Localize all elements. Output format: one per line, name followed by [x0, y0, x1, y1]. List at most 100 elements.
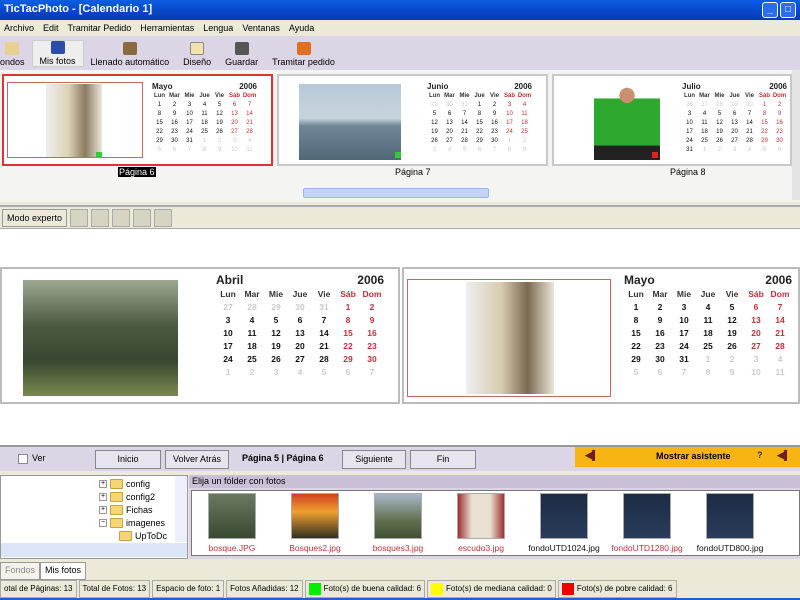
calendar-day: 4	[202, 101, 207, 108]
calendar-day: 6	[732, 110, 737, 117]
photo-item[interactable]: escudo3.jpg	[441, 493, 521, 553]
folder-node[interactable]: + Fichas	[99, 505, 153, 515]
expand-toggle-icon[interactable]: −	[99, 519, 107, 527]
copy-icon[interactable]	[133, 208, 152, 227]
thumbnail-page-6[interactable]: Mayo 2006 Lun Mar Mie Jue Vie Sáb Dom 1 2 3 4 5 6 7 8 9 10…	[2, 74, 273, 166]
status-total-paginas: otal de Páginas: 13	[0, 580, 77, 598]
llenado-button[interactable]: Llenado automático	[84, 42, 177, 67]
calendar-julio: Julio 2006 Lun Mar Mie Jue Vie Sáb Dom 26 27 28 29 30…	[682, 82, 787, 154]
photo-item[interactable]: fondoUTD800.jpg	[690, 493, 770, 553]
tree-vscrollbar[interactable]	[175, 476, 187, 542]
folder-tree: + config + config2 + Fichas − imagenes UpToDc	[0, 475, 188, 559]
minimize-button[interactable]: _	[762, 2, 778, 18]
calendar-day: 22	[343, 340, 353, 351]
thumbnail-page-8[interactable]: Julio 2006 Lun Mar Mie Jue Vie Sáb Dom 26 27 28 29 30…	[552, 74, 792, 166]
calendar-day: 27	[751, 340, 761, 351]
weekday-header: Lun	[684, 92, 695, 99]
guardar-button[interactable]: Guardar	[218, 42, 265, 67]
calendar-day: 7	[747, 110, 752, 117]
weekday-header: Dom	[362, 288, 382, 299]
weekday-header: Jue	[700, 288, 716, 299]
inicio-button[interactable]: Inicio	[95, 450, 161, 469]
calendar-day: 4	[705, 301, 711, 312]
menu-lengua[interactable]: Lengua	[203, 20, 233, 36]
vertical-scrollbar[interactable]	[792, 70, 800, 200]
photo-item[interactable]: fondoUTD1280.jpg	[607, 493, 687, 553]
volver-atras-button[interactable]: Volver Atrás	[165, 450, 229, 469]
mis-fotos-button[interactable]: Mis fotos	[31, 40, 84, 67]
photo-item[interactable]: bosque.JPG	[192, 493, 272, 553]
thumbnail-page-7[interactable]: Junio 2006 Lun Mar Mie Jue Vie Sáb Dom 29 30 31 1 2 3 4…	[277, 74, 548, 166]
calendar-day: 25	[521, 128, 528, 135]
tramitar-button[interactable]: Tramitar pedido	[265, 42, 342, 67]
llenado-label: Llenado automático	[90, 57, 170, 67]
photo-item[interactable]: bosques3.jpg	[358, 493, 438, 553]
calendar-day: 11	[775, 366, 785, 377]
menu-ayuda[interactable]: Ayuda	[289, 20, 314, 36]
calendar-day: 8	[507, 146, 512, 153]
weekday-header: Mar	[699, 92, 710, 99]
calendar-day: 15	[343, 327, 353, 338]
expert-mode-button[interactable]: Modo experto	[2, 208, 68, 227]
expand-toggle-icon[interactable]: +	[99, 480, 107, 488]
grid-icon[interactable]	[154, 208, 173, 227]
calendar-day: 3	[225, 314, 231, 325]
calendar-day: 26	[431, 137, 438, 144]
expand-toggle-icon[interactable]: +	[99, 493, 107, 501]
maximize-button[interactable]: □	[780, 2, 796, 18]
fondos-button[interactable]: ondos	[0, 42, 32, 67]
weekday-header: Sáb	[340, 288, 356, 299]
calendar-day: 10	[751, 366, 761, 377]
status-espacio: Espacio de foto: 1	[152, 580, 225, 598]
photo-thumbnail	[291, 493, 339, 539]
calendar-day: 30	[295, 301, 305, 312]
page-abril[interactable]: Abril 2006 Lun Mar Mie Jue Vie Sáb Dom 27 28 29 30 31…	[0, 267, 400, 404]
menu-archivo[interactable]: Archivo	[4, 20, 34, 36]
calendar-year: 2006	[357, 273, 384, 287]
calendar-day: 30	[776, 137, 783, 144]
tree-hscrollbar[interactable]	[1, 543, 187, 557]
calendar-day: 29	[343, 353, 353, 364]
tab-mis-fotos[interactable]: Mis fotos	[40, 562, 87, 580]
calendar-day: 15	[156, 119, 163, 126]
photo-name: fondoUTD1024.jpg	[528, 543, 600, 553]
page-label: Página 8	[670, 167, 706, 177]
calendar-day: 18	[201, 119, 208, 126]
copy-icon[interactable]	[112, 208, 131, 227]
calendar-day: 5	[217, 101, 222, 108]
menu-herramientas[interactable]: Herramientas	[140, 20, 194, 36]
calendar-day: 30	[446, 101, 453, 108]
calendar-day: 6	[777, 146, 782, 153]
photo-item[interactable]: Bosques2.jpg	[275, 493, 355, 553]
calendar-day: 13	[446, 119, 453, 126]
calendar-day: 2	[717, 146, 722, 153]
page-mayo[interactable]: Mayo 2006 Lun Mar Mie Jue Vie Sáb Dom 1 2 3 4 5 6 7 8 9 10…	[402, 267, 800, 404]
calendar-day: 10	[679, 314, 689, 325]
status-medium-quality: Foto(s) de mediana calidad: 0	[427, 580, 556, 598]
ver-checkbox[interactable]	[18, 454, 28, 464]
photo-item[interactable]: fondoUTD1024.jpg	[524, 493, 604, 553]
menu-tramitar-pedido[interactable]: Tramitar Pedido	[68, 20, 132, 36]
fin-button[interactable]: Fin	[410, 450, 476, 469]
calendar-day: 31	[186, 137, 193, 144]
expand-toggle-icon[interactable]: +	[99, 506, 107, 514]
folder-node[interactable]: − imagenes	[99, 518, 165, 528]
folder-node[interactable]: UpToDc	[119, 531, 167, 541]
calendar-day: 30	[746, 101, 753, 108]
menu-ventanas[interactable]: Ventanas	[242, 20, 280, 36]
folder-node[interactable]: + config2	[99, 492, 155, 502]
horizontal-scrollbar-thumb[interactable]	[303, 188, 489, 198]
mostrar-asistente-button[interactable]: ◀▌ Mostrar asistente ? ◀▌	[575, 447, 800, 467]
siguiente-button[interactable]: Siguiente	[342, 450, 406, 469]
calendar-day: 3	[687, 110, 692, 117]
tab-fondos[interactable]: Fondos	[0, 562, 41, 580]
menu-edit[interactable]: Edit	[43, 20, 59, 36]
layout-icon[interactable]	[91, 208, 110, 227]
calendar-day: 8	[477, 110, 482, 117]
folder-node[interactable]: + config	[99, 479, 150, 489]
calendar-day: 20	[446, 128, 453, 135]
calendar-mayo: Mayo 2006 Lun Mar Mie Jue Vie Sáb Dom 1 2 3 4 5 6 7 8 9 10…	[624, 273, 792, 378]
layout-icon[interactable]	[70, 208, 89, 227]
person-photo	[466, 282, 554, 394]
diseno-button[interactable]: Diseño	[176, 42, 218, 67]
